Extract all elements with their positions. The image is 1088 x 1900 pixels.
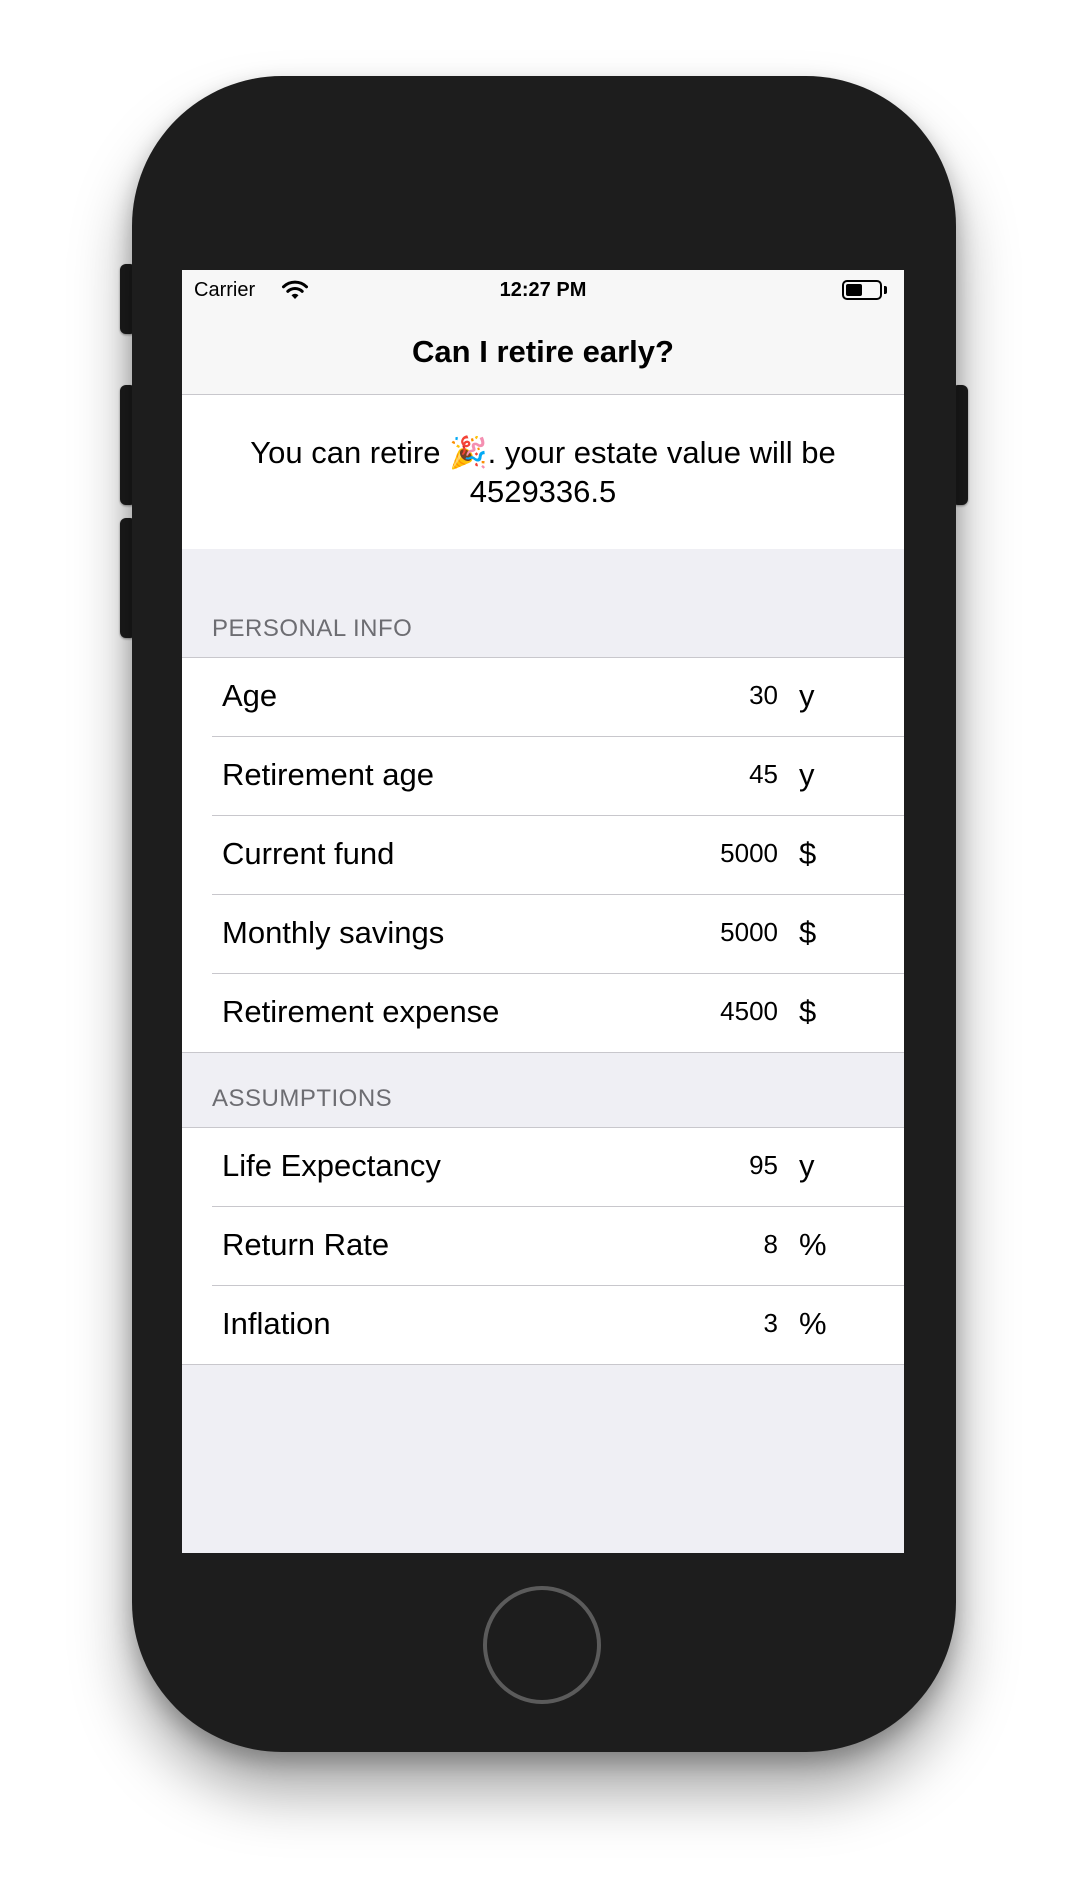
row-return-rate[interactable]: Return Rate % (182, 1206, 904, 1286)
row-label: Inflation (222, 1306, 331, 1341)
row-retirement-age[interactable]: Retirement age y (182, 736, 904, 816)
page-title: Can I retire early? (412, 334, 674, 369)
row-unit: y (799, 1148, 815, 1183)
navigation-bar: Can I retire early? (182, 310, 904, 395)
result-message: You can retire 🎉. your estate value will… (250, 435, 836, 509)
row-monthly-savings[interactable]: Monthly savings $ (182, 894, 904, 974)
current-fund-input[interactable] (638, 838, 778, 869)
row-age[interactable]: Age y (182, 658, 904, 737)
page: Carrier 12:27 PM Can I retire early? You… (0, 0, 1088, 1900)
battery-icon (842, 280, 882, 300)
row-label: Age (222, 678, 278, 713)
row-unit: y (799, 678, 815, 713)
row-label: Life Expectancy (222, 1148, 441, 1183)
row-unit: % (799, 1227, 827, 1262)
retirement-expense-input[interactable] (638, 996, 778, 1027)
row-label: Retirement age (222, 757, 434, 792)
inflation-input[interactable] (638, 1308, 778, 1339)
status-bar: Carrier 12:27 PM (182, 270, 904, 310)
clock: 12:27 PM (499, 279, 587, 301)
screen: Carrier 12:27 PM Can I retire early? You… (182, 270, 904, 1553)
retirement-age-input[interactable] (638, 759, 778, 790)
row-unit: $ (799, 915, 817, 950)
return-rate-input[interactable] (638, 1229, 778, 1260)
row-unit: % (799, 1306, 827, 1341)
battery-level (846, 284, 862, 296)
age-input[interactable] (638, 680, 778, 711)
monthly-savings-input[interactable] (638, 917, 778, 948)
row-unit: y (799, 757, 815, 792)
row-label: Current fund (222, 836, 395, 871)
row-life-expectancy[interactable]: Life Expectancy y (182, 1128, 904, 1207)
battery-cap (884, 286, 887, 294)
home-button[interactable] (483, 1586, 601, 1704)
row-current-fund[interactable]: Current fund $ (182, 815, 904, 895)
row-label: Return Rate (222, 1227, 390, 1262)
assumptions-group: Life Expectancy y Return Rate % Inflatio… (182, 1127, 904, 1365)
row-retirement-expense[interactable]: Retirement expense $ (182, 973, 904, 1053)
row-label: Retirement expense (222, 994, 500, 1029)
section-header-personal-info: PERSONAL INFO (212, 615, 413, 642)
row-unit: $ (799, 836, 817, 871)
section-header-assumptions: ASSUMPTIONS (212, 1085, 393, 1112)
result-panel: You can retire 🎉. your estate value will… (182, 395, 904, 549)
personal-info-group: Age y Retirement age y Current fund $ Mo… (182, 657, 904, 1053)
row-unit: $ (799, 994, 817, 1029)
life-expectancy-input[interactable] (638, 1150, 778, 1181)
row-inflation[interactable]: Inflation % (182, 1285, 904, 1365)
row-label: Monthly savings (222, 915, 445, 950)
